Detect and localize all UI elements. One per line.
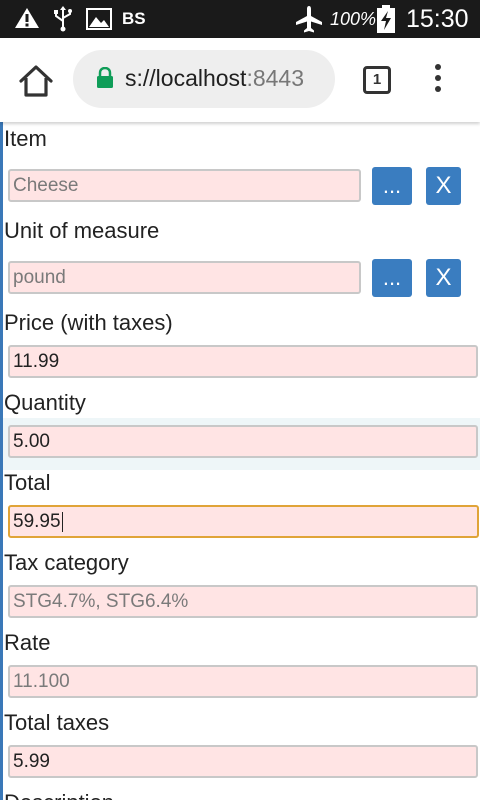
tax-category-input[interactable]: STG4.7%, STG6.4% <box>8 585 478 618</box>
rate-label: Rate <box>4 630 51 655</box>
unit-clear-button[interactable]: X <box>426 259 461 297</box>
usb-icon <box>54 6 72 32</box>
url-port: :8443 <box>246 65 305 91</box>
quantity-label: Quantity <box>4 390 86 415</box>
description-label: Description <box>4 790 114 800</box>
airplane-mode-icon <box>296 6 322 33</box>
total-taxes-label: Total taxes <box>4 710 110 735</box>
total-input[interactable]: 59.95 <box>8 505 479 538</box>
price-input[interactable]: 11.99 <box>8 345 478 378</box>
item-label: Item <box>4 126 47 151</box>
lock-icon <box>97 67 113 88</box>
item-select-button[interactable]: ... <box>372 167 412 205</box>
price-label: Price (with taxes) <box>4 310 173 335</box>
warning-icon <box>15 8 39 28</box>
url-bar[interactable]: s://localhost:8443 <box>73 50 335 108</box>
unit-label: Unit of measure <box>4 218 160 243</box>
status-bar: BS 100% 15:30 <box>0 0 480 38</box>
network-label: BS <box>122 9 146 28</box>
item-clear-button[interactable]: X <box>426 167 461 205</box>
battery-percent: 100% <box>330 9 377 29</box>
image-icon <box>86 8 112 30</box>
total-value: 59.95 <box>13 511 61 532</box>
quantity-input[interactable]: 5.00 <box>8 425 478 458</box>
total-label: Total <box>4 470 51 495</box>
item-input[interactable]: Cheese <box>8 169 361 202</box>
battery-charging-icon <box>377 5 395 33</box>
tab-switcher-button[interactable]: 1 <box>363 66 391 94</box>
form-container: Item Cheese ... X Unit of measure pound … <box>0 122 480 800</box>
total-taxes-input[interactable]: 5.99 <box>8 745 478 778</box>
browser-toolbar: s://localhost:8443 1 <box>0 38 480 122</box>
rate-input[interactable]: 11.100 <box>8 665 478 698</box>
overflow-menu-icon[interactable] <box>428 64 448 98</box>
unit-select-button[interactable]: ... <box>372 259 412 297</box>
unit-input[interactable]: pound <box>8 261 361 294</box>
url-host: s://localhost <box>125 65 247 91</box>
url-text: s://localhost:8443 <box>125 65 304 92</box>
home-icon[interactable] <box>18 64 54 98</box>
tax-category-label: Tax category <box>4 550 129 575</box>
tab-count: 1 <box>363 66 391 94</box>
clock: 15:30 <box>406 5 469 33</box>
text-caret <box>61 511 63 532</box>
